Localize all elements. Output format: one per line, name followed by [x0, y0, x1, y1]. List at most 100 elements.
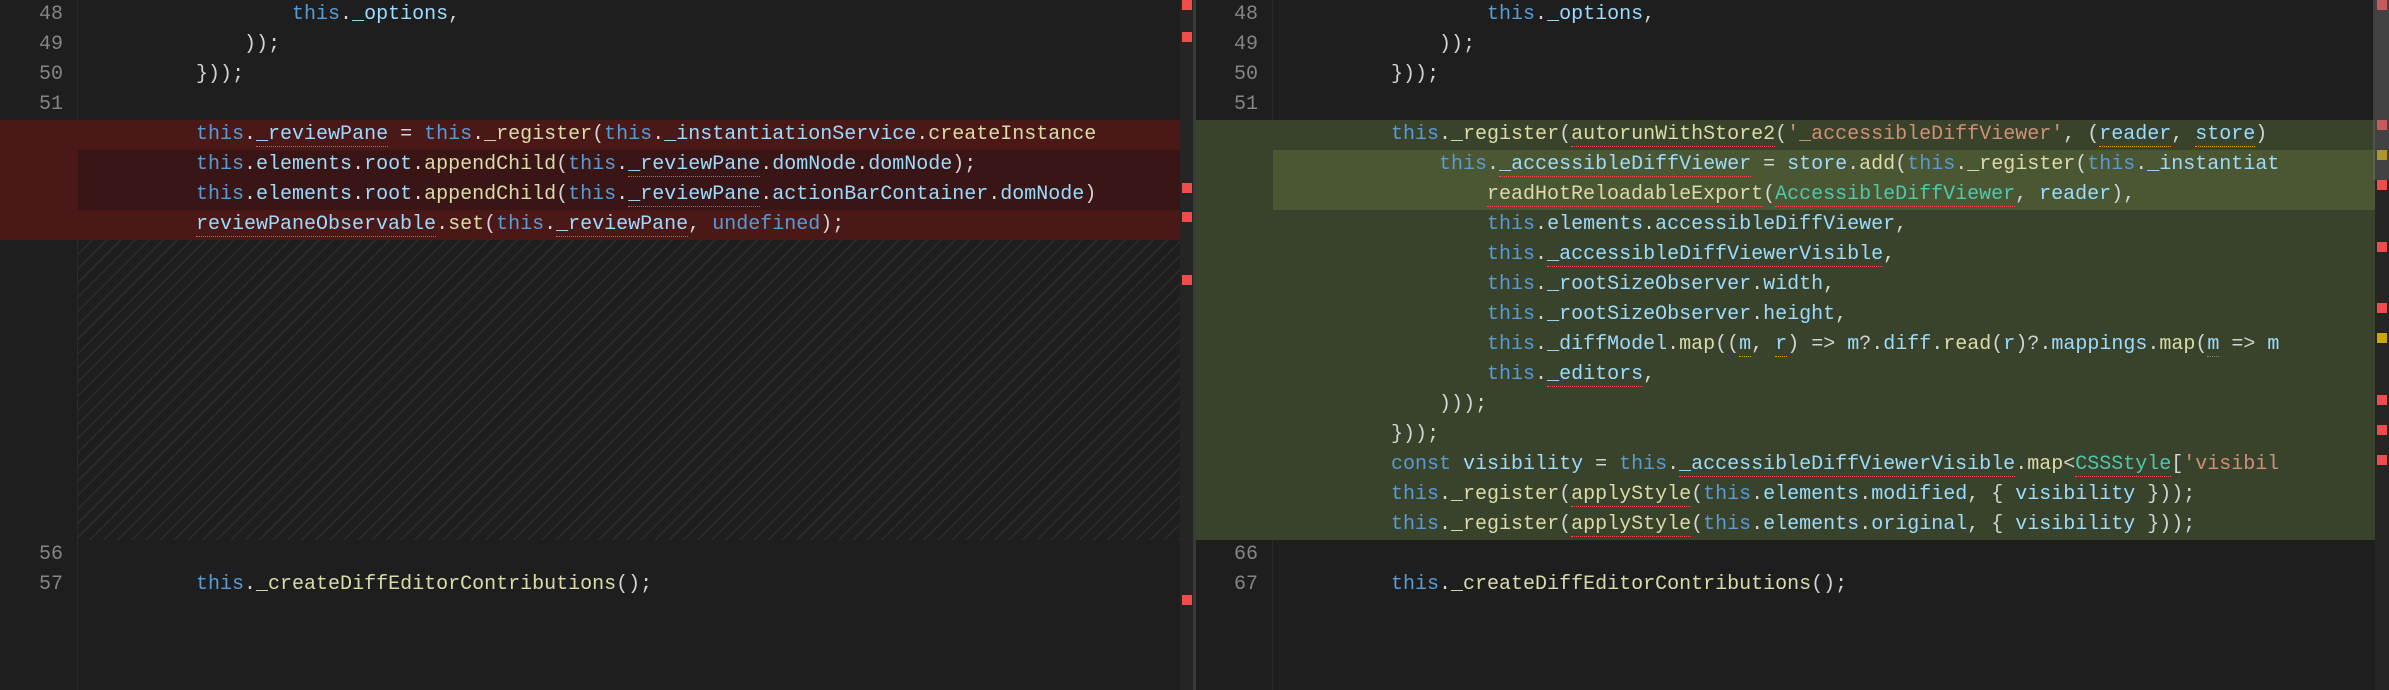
token: .	[1667, 453, 1679, 476]
code-line[interactable]: readHotReloadableExport(AccessibleDiffVi…	[1273, 180, 2389, 210]
code-line[interactable]: }));	[1273, 420, 2389, 450]
code-line[interactable]: }));	[1273, 60, 2389, 90]
token: (	[1691, 483, 1703, 506]
ruler-marker[interactable]	[2377, 425, 2387, 435]
ruler-marker[interactable]	[2377, 180, 2387, 190]
token: _register	[1967, 153, 2075, 176]
token: .	[1535, 3, 1547, 26]
ruler-marker[interactable]	[2377, 455, 2387, 465]
code-line[interactable]: this._register(applyStyle(this.elements.…	[1273, 480, 2389, 510]
code-line[interactable]: this._reviewPane = this._register(this._…	[78, 120, 1194, 150]
code-line[interactable]: ));	[78, 30, 1194, 60]
code-line[interactable]: reviewPaneObservable.set(this._reviewPan…	[78, 210, 1194, 240]
code-line[interactable]: ));	[1273, 30, 2389, 60]
token: reader	[2039, 183, 2111, 206]
ruler-marker[interactable]	[1182, 32, 1192, 42]
vertical-scrollbar-thumb[interactable]	[2373, 0, 2389, 180]
code-line[interactable]: )));	[1273, 390, 2389, 420]
ruler-marker[interactable]	[1182, 212, 1192, 222]
ruler-marker[interactable]	[2377, 395, 2387, 405]
token: this	[1703, 483, 1751, 506]
token: .	[1535, 213, 1547, 236]
code-line[interactable]: this._register(autorunWithStore2('_acces…	[1273, 120, 2389, 150]
token: visibility	[2015, 513, 2135, 536]
token: this	[1487, 3, 1535, 26]
code-line[interactable]: this._accessibleDiffViewer = store.add(t…	[1273, 150, 2389, 180]
ruler-marker[interactable]	[1182, 275, 1192, 285]
token: [	[2171, 453, 2183, 476]
code-line[interactable]: this._rootSizeObserver.width,	[1273, 270, 2389, 300]
code-line[interactable]: this._accessibleDiffViewerVisible,	[1273, 240, 2389, 270]
code-line[interactable]: this._options,	[78, 0, 1194, 30]
token: ((	[1715, 333, 1739, 356]
right-code-area[interactable]: this._options, )); })); this._register(a…	[1273, 0, 2389, 690]
token: original	[1871, 513, 1967, 536]
ruler-marker[interactable]	[1182, 183, 1192, 193]
token: actionBarContainer	[772, 183, 988, 206]
token: )	[1415, 63, 1427, 86]
token: _reviewPane	[556, 213, 688, 237]
line-number: 48	[3, 0, 63, 30]
code-line[interactable]: this._options,	[1273, 0, 2389, 30]
token: .	[472, 123, 484, 146]
token: )	[1451, 393, 1463, 416]
token: _rootSizeObserver	[1547, 303, 1751, 326]
token: (	[556, 153, 568, 176]
ruler-marker[interactable]	[2377, 303, 2387, 313]
token: _diffModel	[1547, 333, 1667, 356]
token: <	[2063, 453, 2075, 476]
token: )	[1403, 63, 1415, 86]
token: ;	[832, 213, 844, 236]
code-line[interactable]: this.elements.root.appendChild(this._rev…	[78, 150, 1194, 180]
code-line[interactable]	[1273, 90, 2389, 120]
token: domNode	[1000, 183, 1084, 206]
token: .	[1535, 243, 1547, 266]
token: this	[1487, 273, 1535, 296]
token: )	[952, 153, 964, 176]
token: this	[496, 213, 544, 236]
ruler-marker[interactable]	[1182, 595, 1192, 605]
code-line[interactable]: }));	[78, 60, 1194, 90]
code-line[interactable]	[1273, 540, 2389, 570]
code-line[interactable]: this._createDiffEditorContributions();	[1273, 570, 2389, 600]
code-line[interactable]: const visibility = this._accessibleDiffV…	[1273, 450, 2389, 480]
code-line[interactable]: this._rootSizeObserver.height,	[1273, 300, 2389, 330]
token: )	[2111, 183, 2123, 206]
code-line[interactable]	[78, 90, 1194, 120]
token: }	[1391, 423, 1403, 446]
token: undefined	[712, 213, 820, 236]
token: set	[448, 213, 484, 236]
token: autorunWithStore2	[1571, 123, 1775, 147]
split-sash[interactable]	[1193, 0, 1196, 690]
left-gutter: 48495051525354555657	[0, 0, 78, 690]
code-line[interactable]: this._editors,	[1273, 360, 2389, 390]
token: ;	[964, 153, 976, 176]
token: m	[2207, 333, 2219, 357]
token: modified	[1871, 483, 1967, 506]
ruler-marker[interactable]	[2377, 333, 2387, 343]
left-code-area[interactable]: this._options, )); })); this._reviewPane…	[78, 0, 1194, 690]
token: , {	[1967, 483, 2015, 506]
token: ;	[1463, 33, 1475, 56]
modified-pane[interactable]: 4849505152+53+54+55+56+57+58+59+60+61+62…	[1195, 0, 2389, 690]
token: height	[1763, 303, 1835, 326]
ruler-marker[interactable]	[2377, 242, 2387, 252]
code-line[interactable]: this._register(applyStyle(this.elements.…	[1273, 510, 2389, 540]
token: .	[1535, 363, 1547, 386]
token: _createDiffEditorContributions	[1451, 573, 1811, 596]
token: ,	[1643, 3, 1655, 26]
token: .	[412, 153, 424, 176]
token: )	[1463, 393, 1475, 416]
token: appendChild	[424, 153, 556, 176]
left-overview-ruler[interactable]	[1180, 0, 1194, 690]
token: }	[1391, 63, 1403, 86]
token: .	[1751, 483, 1763, 506]
code-line[interactable]: this.elements.accessibleDiffViewer,	[1273, 210, 2389, 240]
code-line[interactable]: this.elements.root.appendChild(this._rev…	[78, 180, 1194, 210]
code-line[interactable]	[78, 540, 1194, 570]
token: .	[2135, 153, 2147, 176]
code-line[interactable]: this._createDiffEditorContributions();	[78, 570, 1194, 600]
ruler-marker[interactable]	[1182, 0, 1192, 10]
original-pane[interactable]: 48495051525354555657 this._options, )); …	[0, 0, 1195, 690]
code-line[interactable]: this._diffModel.map((m, r) => m?.diff.re…	[1273, 330, 2389, 360]
